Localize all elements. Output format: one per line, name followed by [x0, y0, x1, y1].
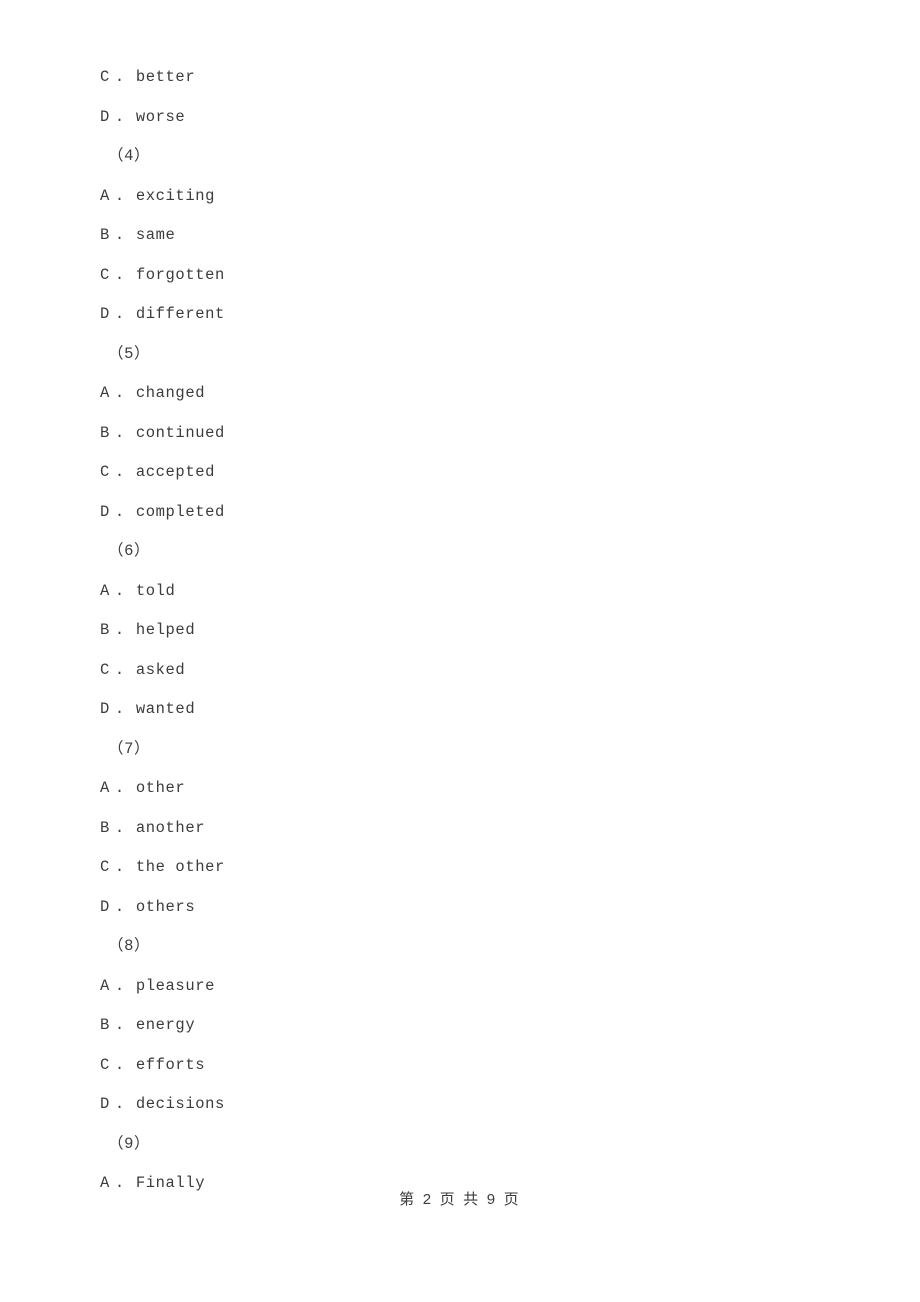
option-letter: C [100, 265, 110, 284]
option-text: energy [135, 1016, 196, 1034]
option-letter: D [100, 305, 110, 323]
option-text: others [135, 897, 196, 916]
answer-option: A. told [100, 572, 700, 612]
option-separator: . [114, 186, 125, 205]
answer-option: D. completed [100, 493, 700, 533]
option-text: other [135, 779, 186, 797]
option-separator: . [114, 1055, 125, 1074]
page-number-footer: 第 2 页 共 9 页 [399, 1191, 521, 1208]
document-page: C. better D. worse （4） A. exciting B. same C. forg… [0, 0, 920, 1302]
option-text: pleasure [135, 976, 216, 995]
option-separator: . [114, 1095, 125, 1113]
option-letter: A [100, 581, 110, 600]
option-letter: C [100, 68, 110, 86]
option-letter: B [100, 621, 110, 639]
answer-option: C. the other [100, 848, 700, 888]
option-text: exciting [135, 186, 216, 205]
option-separator: . [114, 305, 125, 323]
answer-option: B. helped [100, 611, 700, 651]
option-text: continued [135, 423, 225, 442]
option-text: told [135, 581, 176, 600]
option-separator: . [114, 700, 125, 718]
answer-option: A. changed [100, 374, 700, 414]
option-text: worse [135, 107, 186, 126]
option-letter: B [100, 818, 110, 837]
option-letter: A [100, 976, 110, 995]
option-text: different [135, 305, 225, 323]
option-separator: . [114, 265, 125, 284]
option-text: better [135, 68, 196, 86]
option-letter: A [100, 186, 110, 205]
option-text: same [135, 226, 176, 244]
option-separator: . [114, 68, 125, 86]
option-text: the other [135, 858, 225, 876]
option-text: another [135, 818, 206, 837]
answer-option: A. pleasure [100, 967, 700, 1007]
answer-option: A. other [100, 769, 700, 809]
option-separator: . [114, 818, 125, 837]
answer-option: C. efforts [100, 1046, 700, 1086]
option-text: completed [135, 502, 225, 521]
option-text: efforts [135, 1055, 206, 1074]
option-text: decisions [135, 1095, 225, 1113]
option-separator: . [114, 621, 125, 639]
exam-options-list: C. better D. worse （4） A. exciting B. same C. forg… [100, 58, 700, 1204]
answer-option: A. exciting [100, 177, 700, 217]
option-letter: C [100, 1055, 110, 1074]
option-separator: . [114, 107, 125, 126]
question-number: （6） [108, 542, 151, 560]
option-letter: C [100, 463, 110, 481]
answer-option: C. accepted [100, 453, 700, 493]
option-text: changed [135, 384, 206, 402]
option-separator: . [114, 463, 125, 481]
option-letter: C [100, 660, 110, 679]
option-letter: B [100, 226, 110, 244]
answer-option: B. same [100, 216, 700, 256]
answer-option: C. asked [100, 651, 700, 691]
answer-option: B. continued [100, 414, 700, 454]
option-letter: D [100, 700, 110, 718]
option-letter: D [100, 897, 110, 916]
answer-option: D. wanted [100, 690, 700, 730]
option-letter: D [100, 107, 110, 126]
option-text: accepted [135, 463, 216, 481]
option-separator: . [114, 226, 125, 244]
option-letter: C [100, 858, 110, 876]
question-number: （9） [108, 1134, 151, 1153]
option-separator: . [114, 779, 125, 797]
option-text: wanted [135, 700, 196, 718]
question-number: （8） [108, 937, 151, 955]
answer-option: B. energy [100, 1006, 700, 1046]
option-letter: A [100, 384, 110, 402]
answer-option: C. better [100, 58, 700, 98]
question-number: （5） [108, 344, 151, 363]
option-letter: A [100, 779, 110, 797]
answer-option: D. decisions [100, 1085, 700, 1125]
option-separator: . [114, 897, 125, 916]
option-text: forgotten [135, 265, 225, 284]
option-separator: . [114, 423, 125, 442]
option-separator: . [114, 502, 125, 521]
option-separator: . [114, 660, 125, 679]
option-separator: . [114, 581, 125, 600]
option-letter: B [100, 1016, 110, 1034]
option-text: asked [135, 660, 186, 679]
option-letter: D [100, 1095, 110, 1113]
option-letter: B [100, 423, 110, 442]
question-number: （4） [108, 147, 151, 165]
answer-option: D. different [100, 295, 700, 335]
answer-option: D. others [100, 888, 700, 928]
answer-option: D. worse [100, 98, 700, 138]
answer-option: C. forgotten [100, 256, 700, 296]
option-text: helped [135, 621, 196, 639]
option-separator: . [114, 858, 125, 876]
answer-option: B. another [100, 809, 700, 849]
option-separator: . [114, 976, 125, 995]
option-separator: . [114, 384, 125, 402]
option-separator: . [114, 1016, 125, 1034]
option-letter: D [100, 502, 110, 521]
question-number: （7） [108, 739, 151, 758]
